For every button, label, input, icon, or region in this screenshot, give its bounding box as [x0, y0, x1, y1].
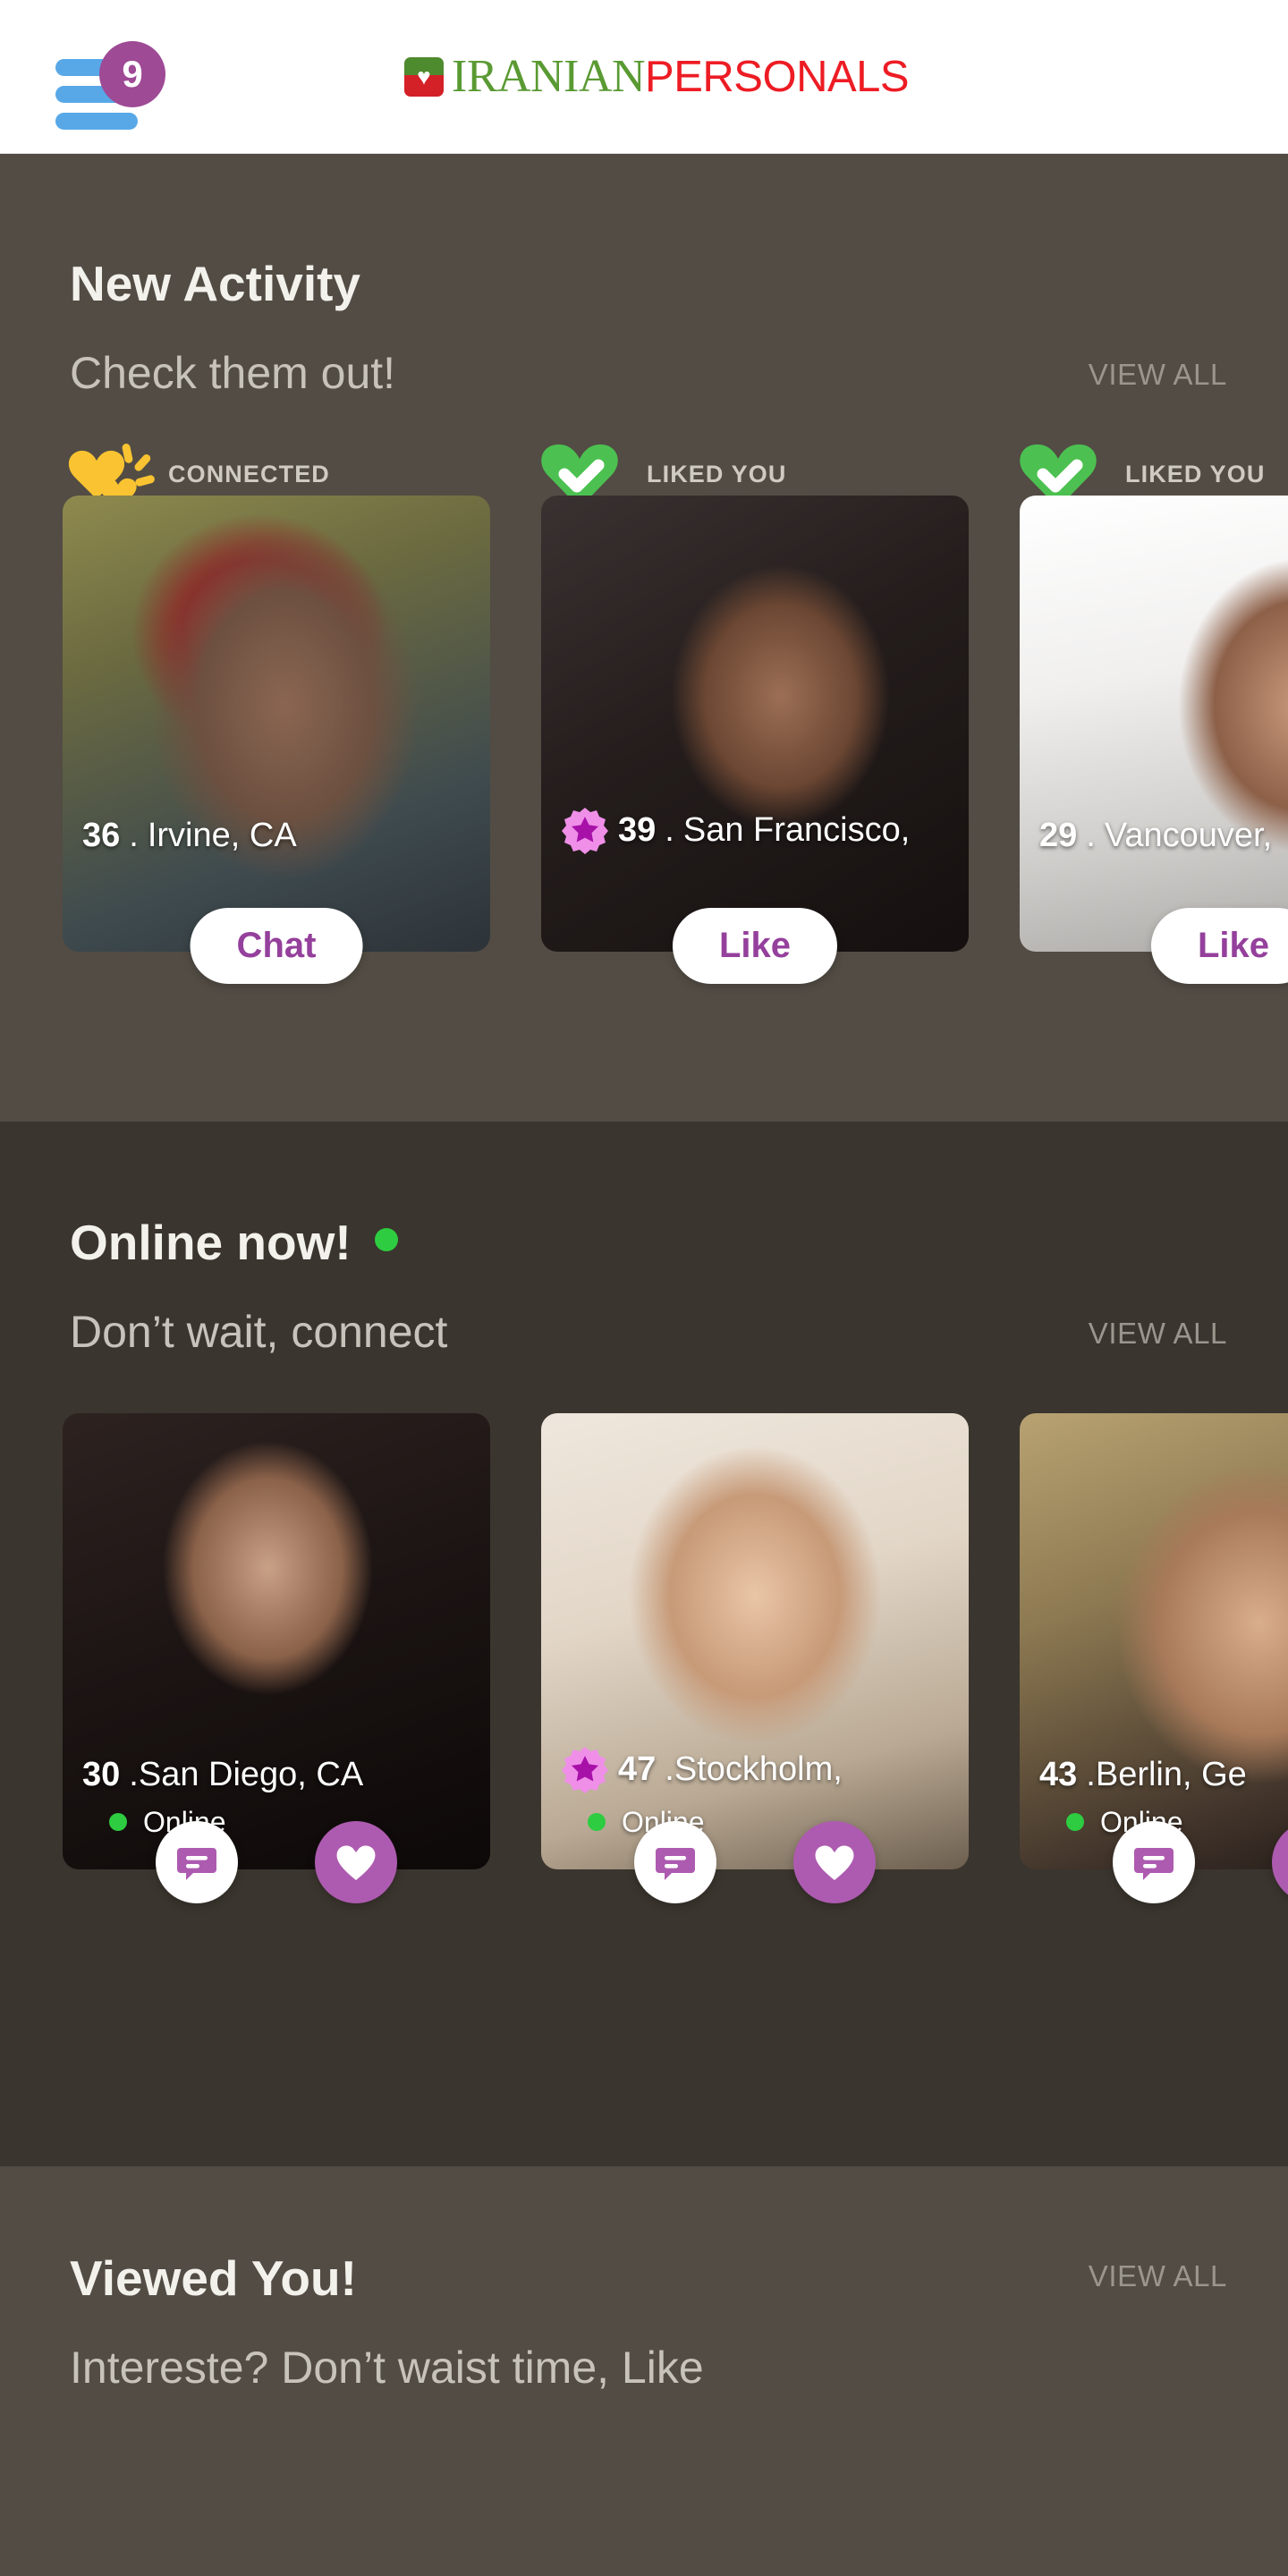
chat-button[interactable]: Chat: [190, 907, 363, 984]
profile-photo[interactable]: 39 . San Francisco,: [541, 495, 969, 952]
activity-card[interactable]: LIKED YOU 39 . San Francisco, Like: [541, 444, 969, 984]
like-button[interactable]: [793, 1820, 876, 1903]
site-logo[interactable]: ♥ IRANIANPERSONALS: [404, 45, 910, 109]
view-all-online-now[interactable]: VIEW ALL: [1089, 1317, 1227, 1356]
profile-photo[interactable]: 43 . Berlin, Ge Online: [1020, 1412, 1288, 1869]
heart-icon: [336, 1845, 376, 1880]
profile-info: 29 . Vancouver,: [1020, 817, 1288, 855]
chat-bubble-icon: [177, 1847, 216, 1880]
activity-card-badge-row: CONNECTED: [63, 443, 490, 510]
profile-photo[interactable]: 47 . Stockholm, Online: [541, 1412, 969, 1869]
view-all-new-activity[interactable]: VIEW ALL: [1089, 358, 1227, 397]
profile-info: 39 . San Francisco,: [541, 807, 969, 855]
view-all-viewed-you[interactable]: VIEW ALL: [1089, 2259, 1227, 2299]
menu-button[interactable]: 9: [55, 39, 172, 130]
activity-card[interactable]: CONNECTED 36 . Irvine, CA Chat: [63, 443, 490, 984]
profile-image: [63, 1412, 490, 1869]
profile-info: 36 . Irvine, CA: [63, 817, 490, 855]
like-button[interactable]: [1272, 1820, 1288, 1903]
page-title-new-activity: New Activity: [70, 256, 361, 311]
profile-age: 29: [1039, 816, 1078, 854]
section-new-activity: New Activity Check them out! VIEW ALL CO…: [0, 154, 1288, 1122]
heart-flag-icon: ♥: [404, 57, 444, 97]
online-now-title-row: Online now!: [0, 1218, 1288, 1267]
profile-separator: .: [665, 811, 674, 849]
online-card[interactable]: 30 . San Diego, CA Online: [63, 1412, 490, 1903]
heart-icon: [815, 1845, 854, 1880]
profile-location: Stockholm,: [674, 1750, 843, 1788]
chat-button[interactable]: [634, 1820, 716, 1903]
profile-image: [1020, 1412, 1288, 1869]
viewed-you-header: Viewed You! VIEW ALL: [0, 2254, 1288, 2303]
new-activity-subtitle: Check them out!: [70, 348, 396, 398]
online-now-subtitle: Don’t wait, connect: [70, 1307, 448, 1357]
logo-text-personals: PERSONALS: [645, 53, 910, 101]
chat-button[interactable]: [1113, 1820, 1195, 1903]
profile-photo[interactable]: 36 . Irvine, CA: [63, 495, 490, 952]
profile-image: [541, 1412, 969, 1869]
viewed-you-subheader: Intereste? Don’t waist time, Like: [0, 2344, 1288, 2392]
profile-location: Berlin, Ge: [1095, 1755, 1247, 1793]
section-viewed-you: Viewed You! VIEW ALL Intereste? Don’t wa…: [0, 2166, 1288, 2576]
profile-info: 43 . Berlin, Ge: [1039, 1756, 1247, 1794]
profile-location: Irvine, CA: [147, 816, 297, 854]
profile-separator: .: [129, 816, 139, 854]
online-green-dot-icon: [375, 1227, 399, 1251]
online-now-subheader: Don’t wait, connect VIEW ALL: [0, 1309, 1288, 1356]
logo-text-iranian: IRANIAN: [452, 51, 646, 102]
profile-location: Vancouver,: [1104, 816, 1273, 854]
status-badge: LIKED YOU: [1125, 461, 1266, 487]
viewed-you-subtitle: Intereste? Don’t waist time, Like: [70, 2343, 704, 2393]
profile-info: 30 . San Diego, CA: [82, 1756, 363, 1794]
activity-card-badge-row: LIKED YOU: [541, 444, 969, 508]
new-activity-card-row: CONNECTED 36 . Irvine, CA Chat LIKED YOU: [0, 443, 1288, 984]
online-card-actions: [541, 1820, 969, 1903]
online-card[interactable]: 43 . Berlin, Ge Online: [1020, 1412, 1288, 1903]
profile-photo[interactable]: 30 . San Diego, CA Online: [63, 1412, 490, 1869]
profile-photo[interactable]: 29 . Vancouver,: [1020, 495, 1288, 952]
online-card-actions: [1020, 1820, 1288, 1903]
like-button[interactable]: Like: [672, 907, 838, 984]
app-header: 9 ♥ IRANIANPERSONALS: [0, 0, 1288, 154]
profile-age: 30: [82, 1755, 121, 1793]
like-button[interactable]: [315, 1820, 397, 1903]
profile-image: [1020, 495, 1288, 952]
profile-location: San Francisco,: [682, 811, 911, 849]
profile-age: 39: [618, 811, 657, 849]
profile-info: 47 . Stockholm,: [561, 1746, 843, 1794]
page-title-viewed-you: Viewed You!: [70, 2250, 357, 2306]
hamburger-icon-line-3: [55, 113, 138, 130]
notification-badge: 9: [99, 41, 165, 107]
online-now-card-row: 30 . San Diego, CA Online 47 . Stockholm…: [0, 1412, 1288, 1903]
logo-text: IRANIANPERSONALS: [452, 51, 910, 102]
profile-location: San Diego, CA: [138, 1755, 364, 1793]
profile-separator: .: [1086, 816, 1096, 854]
new-activity-subheader: Check them out! VIEW ALL: [0, 350, 1288, 397]
logo-heart-glyph: ♥: [417, 63, 431, 90]
page-title-online-now: Online now!: [70, 1215, 352, 1270]
online-card[interactable]: 47 . Stockholm, Online: [541, 1412, 969, 1903]
online-card-actions: [63, 1820, 490, 1903]
status-badge: CONNECTED: [168, 461, 330, 487]
chat-bubble-icon: [1134, 1847, 1174, 1880]
profile-separator: .: [129, 1755, 139, 1793]
profile-age: 47: [618, 1750, 657, 1788]
status-badge: LIKED YOU: [647, 461, 787, 487]
activity-card[interactable]: LIKED YOU 29 . Vancouver, Like: [1020, 444, 1288, 984]
profile-separator: .: [1086, 1755, 1096, 1793]
chat-button[interactable]: [156, 1820, 238, 1903]
profile-age: 43: [1039, 1755, 1078, 1793]
profile-image: [541, 495, 969, 952]
activity-card-badge-row: LIKED YOU: [1020, 444, 1288, 508]
premium-star-icon: [562, 807, 608, 854]
profile-separator: .: [665, 1750, 674, 1788]
like-button[interactable]: Like: [1150, 907, 1288, 984]
profile-image: [63, 495, 490, 952]
chat-bubble-icon: [656, 1847, 695, 1880]
section-online-now: Online now! Don’t wait, connect VIEW ALL…: [0, 1122, 1288, 2166]
premium-star-icon: [562, 1746, 608, 1793]
profile-age: 36: [82, 816, 121, 854]
